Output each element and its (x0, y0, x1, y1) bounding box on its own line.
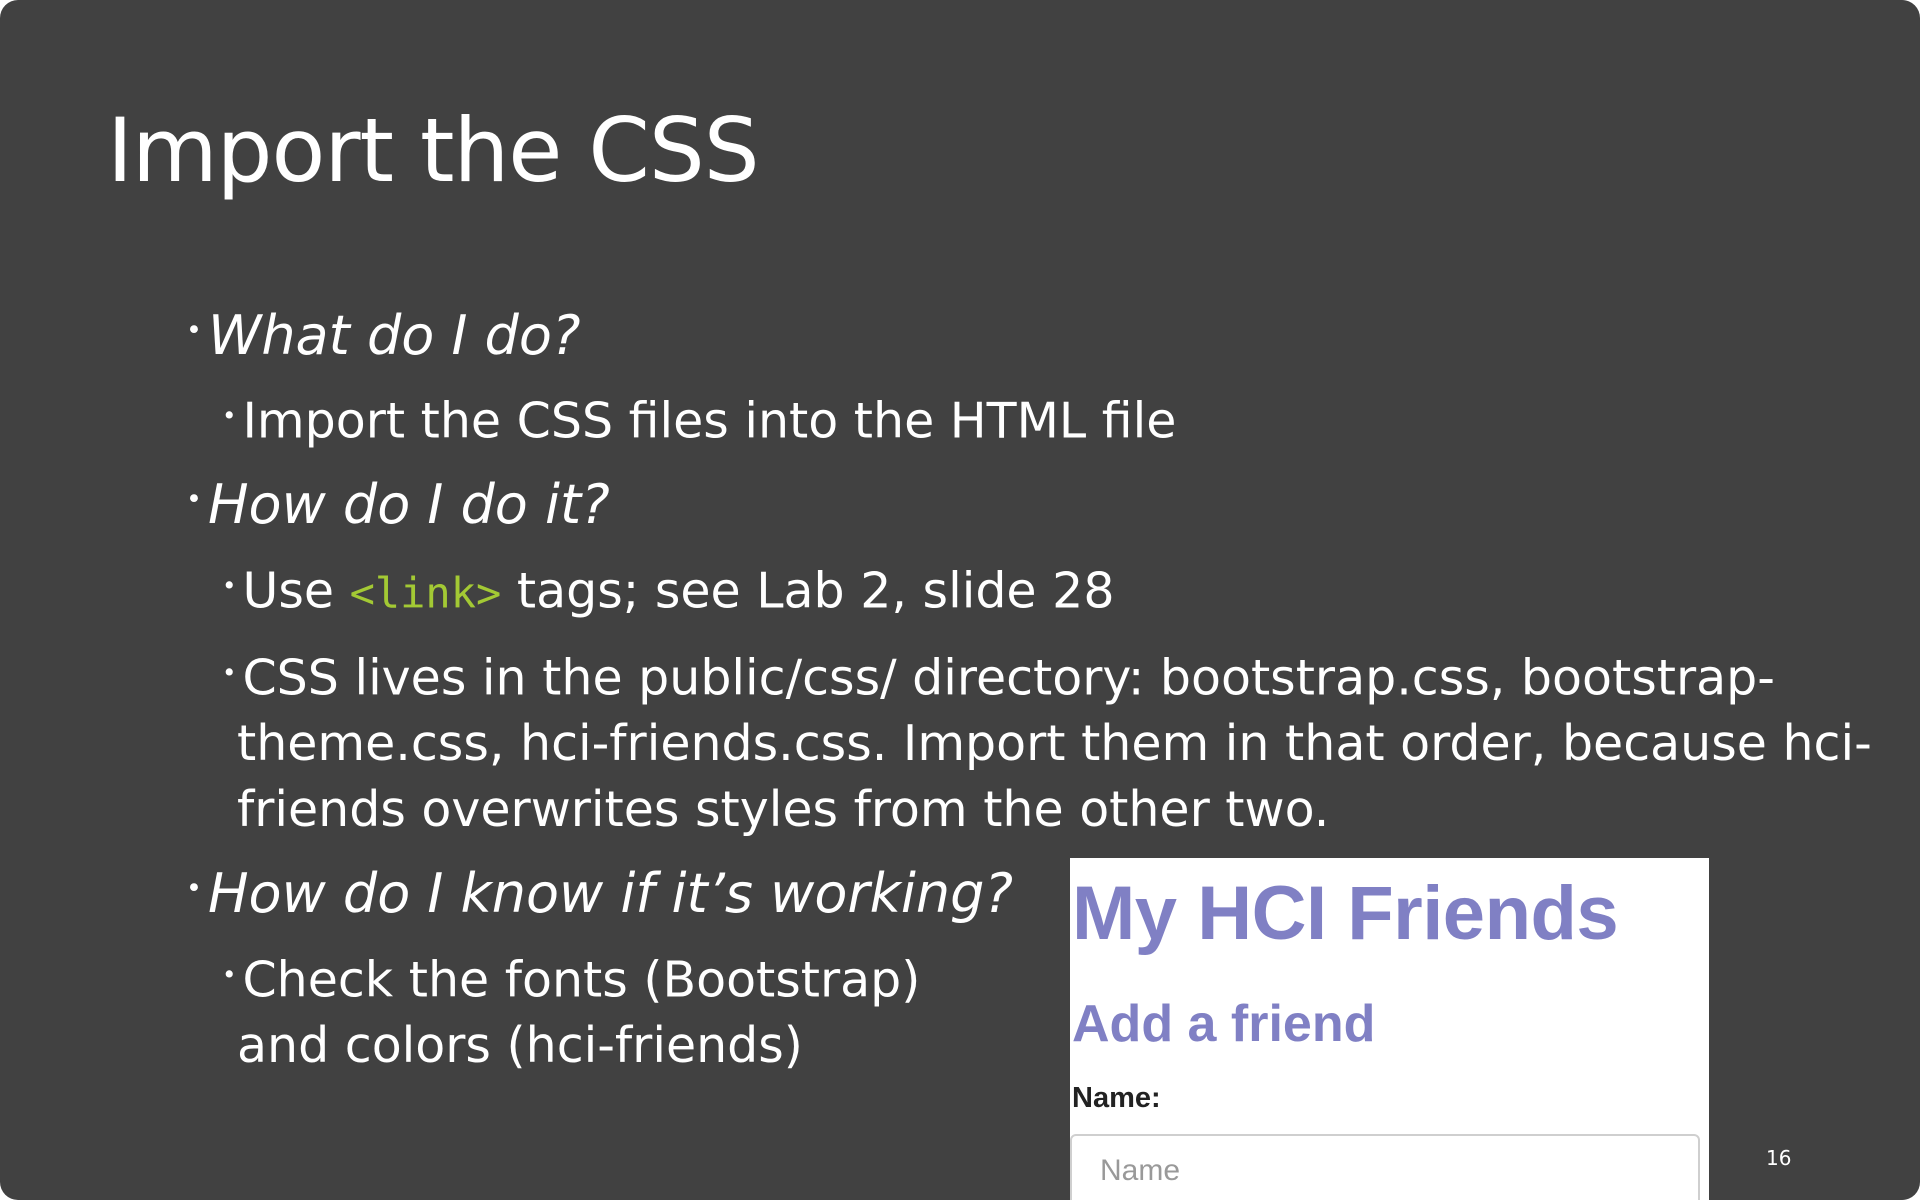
name-label: Name: (1072, 1082, 1161, 1114)
bullet-dot: • (222, 658, 237, 687)
bullet-how-do-i-do-it: • How do I do it? (186, 467, 610, 538)
bullet-use-link-tags: • Use <link> tags; see Lab 2, slide 28 (222, 553, 1115, 626)
bullet-dot: • (186, 484, 202, 515)
bullet-dot: • (222, 571, 237, 600)
bullet-text-line-1: Check the fonts (Bootstrap) (242, 951, 921, 1009)
bullet-what-do-i-do: • What do I do? (186, 298, 581, 369)
bullet-text-line-3: friends overwrites styles from the other… (237, 781, 1330, 839)
bullet-text: How do I do it? (207, 472, 610, 536)
hci-friends-screenshot: My HCI Friends Add a friend Name: Name (1070, 858, 1709, 1200)
screenshot-subheading: Add a friend (1072, 995, 1376, 1053)
bullet-text: What do I do? (207, 303, 581, 367)
bullet-text-line-1: CSS lives in the public/css/ directory: … (242, 649, 1775, 707)
bullet-text-pre: Use (242, 562, 350, 620)
screenshot-heading: My HCI Friends (1072, 871, 1619, 956)
bullet-text: How do I know if it’s working? (207, 861, 1014, 925)
bullet-css-lives-in: • CSS lives in the public/css/ directory:… (222, 640, 1872, 843)
bullet-text-post: tags; see Lab 2, slide 28 (501, 562, 1115, 620)
slide: Import the CSS • What do I do? • Import th… (0, 0, 1920, 1200)
bullet-text: Import the CSS files into the HTML file (242, 392, 1177, 450)
slide-title: Import the CSS (107, 99, 760, 202)
bullet-dot: • (186, 315, 202, 346)
bullet-how-do-i-know: • How do I know if it’s working? (186, 856, 1013, 927)
bullet-dot: • (222, 960, 237, 989)
bullet-import-css-files: • Import the CSS files into the HTML file (222, 383, 1176, 454)
bullet-check-fonts: • Check the fonts (Bootstrap) and colors … (222, 942, 920, 1079)
link-tag-code: <link> (349, 568, 502, 618)
bullet-text-line-2: and colors (hci-friends) (237, 1017, 803, 1075)
page-number: 16 (1766, 1146, 1792, 1170)
bullet-dot: • (186, 873, 202, 904)
name-input[interactable]: Name (1070, 1134, 1700, 1200)
bullet-dot: • (222, 401, 237, 430)
bullet-text-line-2: theme.css, hci-friends.css. Import them … (237, 715, 1872, 773)
